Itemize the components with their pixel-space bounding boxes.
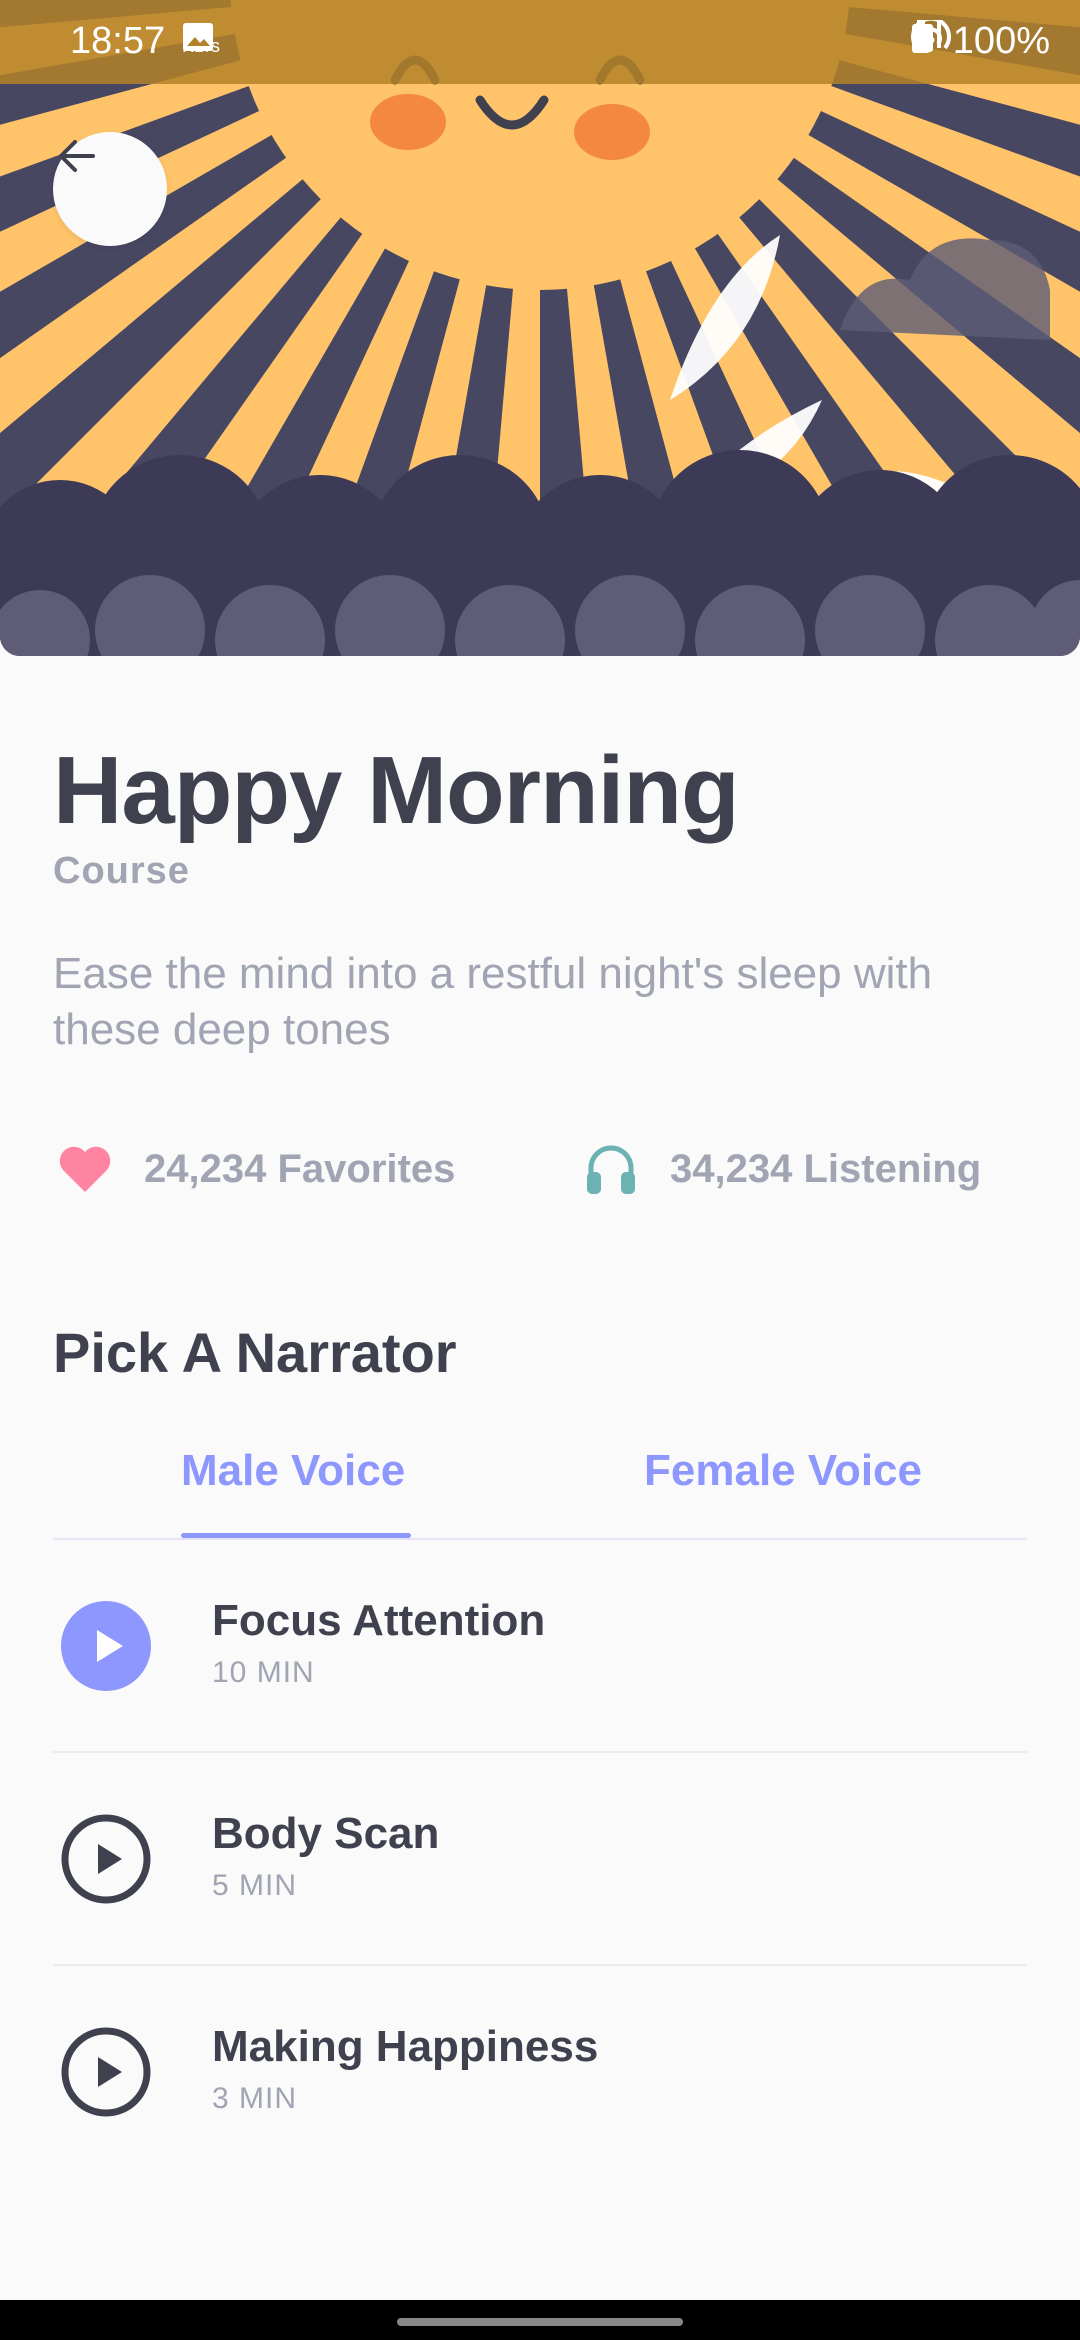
home-gesture-handle[interactable] bbox=[397, 2318, 683, 2326]
system-nav-bar bbox=[0, 2300, 1080, 2340]
arrow-left-icon bbox=[59, 140, 95, 172]
narrator-heading: Pick A Narrator bbox=[53, 1321, 457, 1384]
track-duration: 10 MIN bbox=[212, 1656, 315, 1689]
course-description: Ease the mind into a restful night's sle… bbox=[53, 949, 933, 1054]
track-name: Focus Attention bbox=[212, 1596, 546, 1645]
play-icon[interactable] bbox=[61, 1814, 151, 1904]
play-icon[interactable] bbox=[61, 2027, 151, 2117]
heart-icon bbox=[56, 1140, 114, 1198]
track-item[interactable]: Focus Attention 10 MIN bbox=[53, 1540, 1027, 1752]
favorites-stat: 24,234 Favorites bbox=[56, 1140, 455, 1198]
tab-male-voice[interactable]: Male Voice bbox=[181, 1446, 405, 1496]
headphones-icon bbox=[582, 1140, 640, 1198]
course-title: Happy Morning bbox=[53, 737, 740, 844]
listening-count: 34,234 Listening bbox=[670, 1146, 982, 1191]
status-time: 18:57 bbox=[70, 20, 166, 62]
listening-stat: 34,234 Listening bbox=[582, 1140, 981, 1198]
track-name: Body Scan bbox=[212, 1809, 440, 1858]
course-type: Course bbox=[53, 850, 190, 892]
battery-percent: 100% bbox=[952, 20, 1050, 62]
battery-icon bbox=[912, 20, 931, 53]
track-duration: 3 MIN bbox=[212, 2082, 298, 2115]
track-item[interactable]: Making Happiness 3 MIN bbox=[53, 1966, 1027, 2178]
track-item[interactable]: Body Scan 5 MIN bbox=[53, 1753, 1027, 1965]
status-bar: 18:57 1KB/s 4G 100% bbox=[0, 0, 1080, 84]
track-name: Making Happiness bbox=[212, 2022, 599, 2071]
play-icon[interactable] bbox=[61, 1601, 151, 1691]
back-button[interactable] bbox=[53, 132, 167, 246]
hero-illustration: 18:57 1KB/s 4G 100% bbox=[0, 0, 1080, 656]
favorites-count: 24,234 Favorites bbox=[144, 1146, 456, 1191]
track-duration: 5 MIN bbox=[212, 1869, 298, 1902]
image-icon bbox=[183, 23, 213, 51]
tab-female-voice[interactable]: Female Voice bbox=[644, 1446, 922, 1496]
sun-illustration bbox=[0, 0, 1080, 656]
